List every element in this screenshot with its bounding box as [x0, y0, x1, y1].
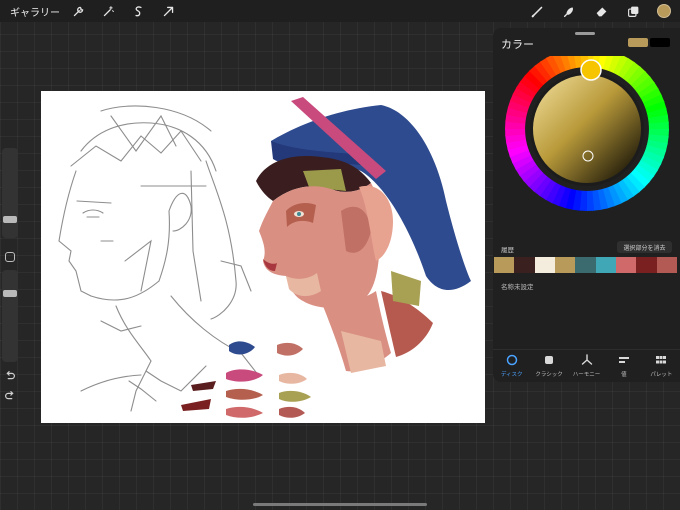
- tab-label: パレット: [650, 372, 673, 378]
- secondary-color-swatch[interactable]: [650, 38, 670, 47]
- history-swatch[interactable]: [514, 257, 535, 273]
- home-indicator: [253, 503, 427, 506]
- layers-icon[interactable]: [625, 3, 641, 19]
- history-swatch[interactable]: [534, 257, 555, 273]
- history-swatch[interactable]: [575, 257, 596, 273]
- clear-history-button[interactable]: 選択部分を消去: [617, 241, 672, 253]
- history-label: 履歴: [501, 246, 514, 254]
- color-disc[interactable]: [493, 47, 680, 236]
- redo-icon[interactable]: [3, 388, 17, 402]
- history-swatch[interactable]: [656, 257, 677, 273]
- history-swatch[interactable]: [554, 257, 576, 273]
- left-sidebar: [2, 148, 18, 404]
- history-swatch[interactable]: [494, 257, 515, 273]
- artwork: [58, 97, 471, 418]
- harmony-icon: [580, 353, 594, 367]
- current-color-button[interactable]: [657, 4, 671, 18]
- history-swatch[interactable]: [615, 257, 637, 273]
- tab-label: ハーモニー: [572, 372, 601, 378]
- tab-disc[interactable]: ディスク: [493, 353, 530, 379]
- primary-color-swatch[interactable]: [628, 38, 648, 47]
- panel-grab-handle[interactable]: [575, 32, 595, 35]
- brush-icon[interactable]: [529, 3, 545, 19]
- history-swatch[interactable]: [595, 257, 616, 273]
- tab-palette[interactable]: パレット: [643, 353, 680, 379]
- drawing-canvas[interactable]: [41, 91, 485, 423]
- pencil-sketch: [58, 105, 260, 412]
- brush-size-slider[interactable]: [2, 148, 18, 238]
- painted-portrait: [256, 97, 471, 373]
- tab-label: クラシック: [535, 372, 563, 378]
- tab-harmony[interactable]: ハーモニー: [568, 353, 605, 379]
- brush-size-thumb[interactable]: [3, 216, 17, 223]
- tab-classic[interactable]: クラシック: [530, 353, 567, 379]
- tool-group: [529, 0, 680, 22]
- palette-grid-icon: [654, 353, 668, 367]
- opacity-thumb[interactable]: [3, 290, 17, 297]
- top-toolbar: ギャラリー: [0, 0, 680, 22]
- undo-icon[interactable]: [3, 368, 17, 382]
- eraser-icon[interactable]: [593, 3, 609, 19]
- palette-name: 名称未設定: [501, 283, 534, 291]
- tab-label: 値: [621, 372, 627, 378]
- disc-icon: [505, 353, 519, 367]
- history-swatches: [494, 257, 677, 273]
- color-mode-tabs: ディスク クラシック ハーモニー 値 パレット: [493, 353, 680, 379]
- transform-arrow-icon[interactable]: [160, 3, 176, 19]
- gallery-button[interactable]: ギャラリー: [10, 4, 60, 19]
- magic-wand-icon[interactable]: [100, 3, 116, 19]
- panel-divider: [493, 349, 680, 350]
- panel-title: カラー: [501, 38, 534, 51]
- wrench-icon[interactable]: [70, 3, 86, 19]
- saturation-brightness-disc[interactable]: [533, 75, 641, 183]
- classic-icon: [542, 353, 556, 367]
- tab-label: ディスク: [500, 372, 523, 378]
- selection-icon[interactable]: [130, 3, 146, 19]
- tab-value[interactable]: 値: [605, 353, 642, 379]
- modify-button[interactable]: [5, 252, 15, 262]
- paint-swatches: [181, 341, 311, 418]
- hue-selector[interactable]: [580, 59, 602, 81]
- history-swatch[interactable]: [636, 257, 657, 273]
- smudge-icon[interactable]: [561, 3, 577, 19]
- color-panel: カラー 履歴 選択部分を消去 名称未設定 ディスク クラシック ハーモニー 値 …: [493, 28, 680, 382]
- value-sliders-icon: [617, 353, 631, 367]
- opacity-slider[interactable]: [2, 270, 18, 362]
